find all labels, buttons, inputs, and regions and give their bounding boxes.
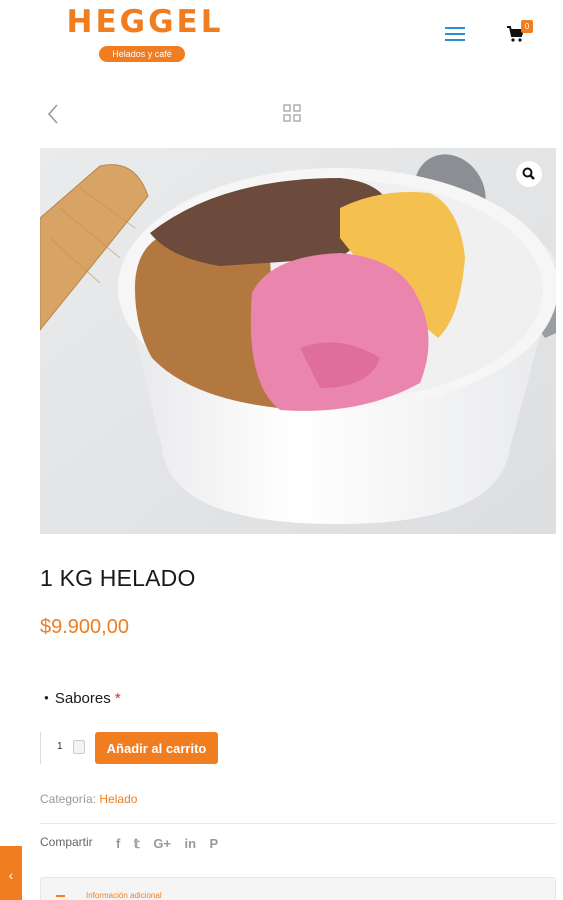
grid-view-icon[interactable] [283, 104, 301, 122]
google-plus-icon[interactable]: G+ [153, 836, 171, 851]
pinterest-icon[interactable]: P [210, 836, 219, 851]
magnifier-icon [522, 167, 535, 180]
back-arrow-icon[interactable] [44, 102, 62, 126]
bullet-icon: ● [44, 693, 49, 702]
chevron-left-icon: ‹ [8, 867, 14, 883]
add-to-cart-button[interactable]: Añadir al carrito [95, 732, 218, 764]
facebook-icon[interactable]: f [116, 836, 120, 851]
category-link[interactable]: Helado [99, 792, 137, 806]
product-image[interactable] [40, 148, 556, 534]
variation-label: Sabores [54, 690, 111, 707]
linkedin-icon[interactable]: in [184, 836, 196, 851]
logo-text: HEGGEL [66, 4, 224, 40]
zoom-button[interactable] [516, 161, 542, 187]
variation-sabores[interactable]: ● Sabores * [44, 690, 121, 707]
side-tab-button[interactable]: ‹ [0, 846, 22, 900]
ice-cream-tub-illustration [40, 148, 556, 534]
cart-button[interactable]: 0 [506, 20, 534, 44]
quantity-value: 1 [57, 741, 63, 752]
product-title: 1 KG HELADO [40, 565, 196, 591]
share-icons: f 𝕥 G+ in P [116, 835, 227, 853]
share-label: Compartir [40, 835, 93, 849]
category-label: Categoría: [40, 792, 97, 806]
accordion-additional-info[interactable]: Información adicional [40, 877, 556, 900]
hamburger-menu-icon[interactable] [445, 27, 465, 41]
accordion-label: Información adicional [86, 891, 162, 900]
divider [40, 823, 556, 824]
quantity-stepper[interactable] [73, 740, 85, 754]
logo-tagline: Helados y café [99, 46, 185, 62]
minus-icon [56, 895, 65, 897]
product-category: Categoría: Helado [40, 792, 137, 806]
twitter-icon[interactable]: 𝕥 [134, 836, 140, 852]
cart-count-badge: 0 [521, 20, 533, 33]
required-mark: * [114, 690, 121, 707]
quantity-input[interactable]: 1 [40, 732, 90, 764]
product-price: $9.900,00 [40, 616, 129, 638]
site-logo[interactable]: HEGGEL Helados y café [62, 4, 228, 62]
site-header: HEGGEL Helados y café 0 [0, 0, 563, 80]
